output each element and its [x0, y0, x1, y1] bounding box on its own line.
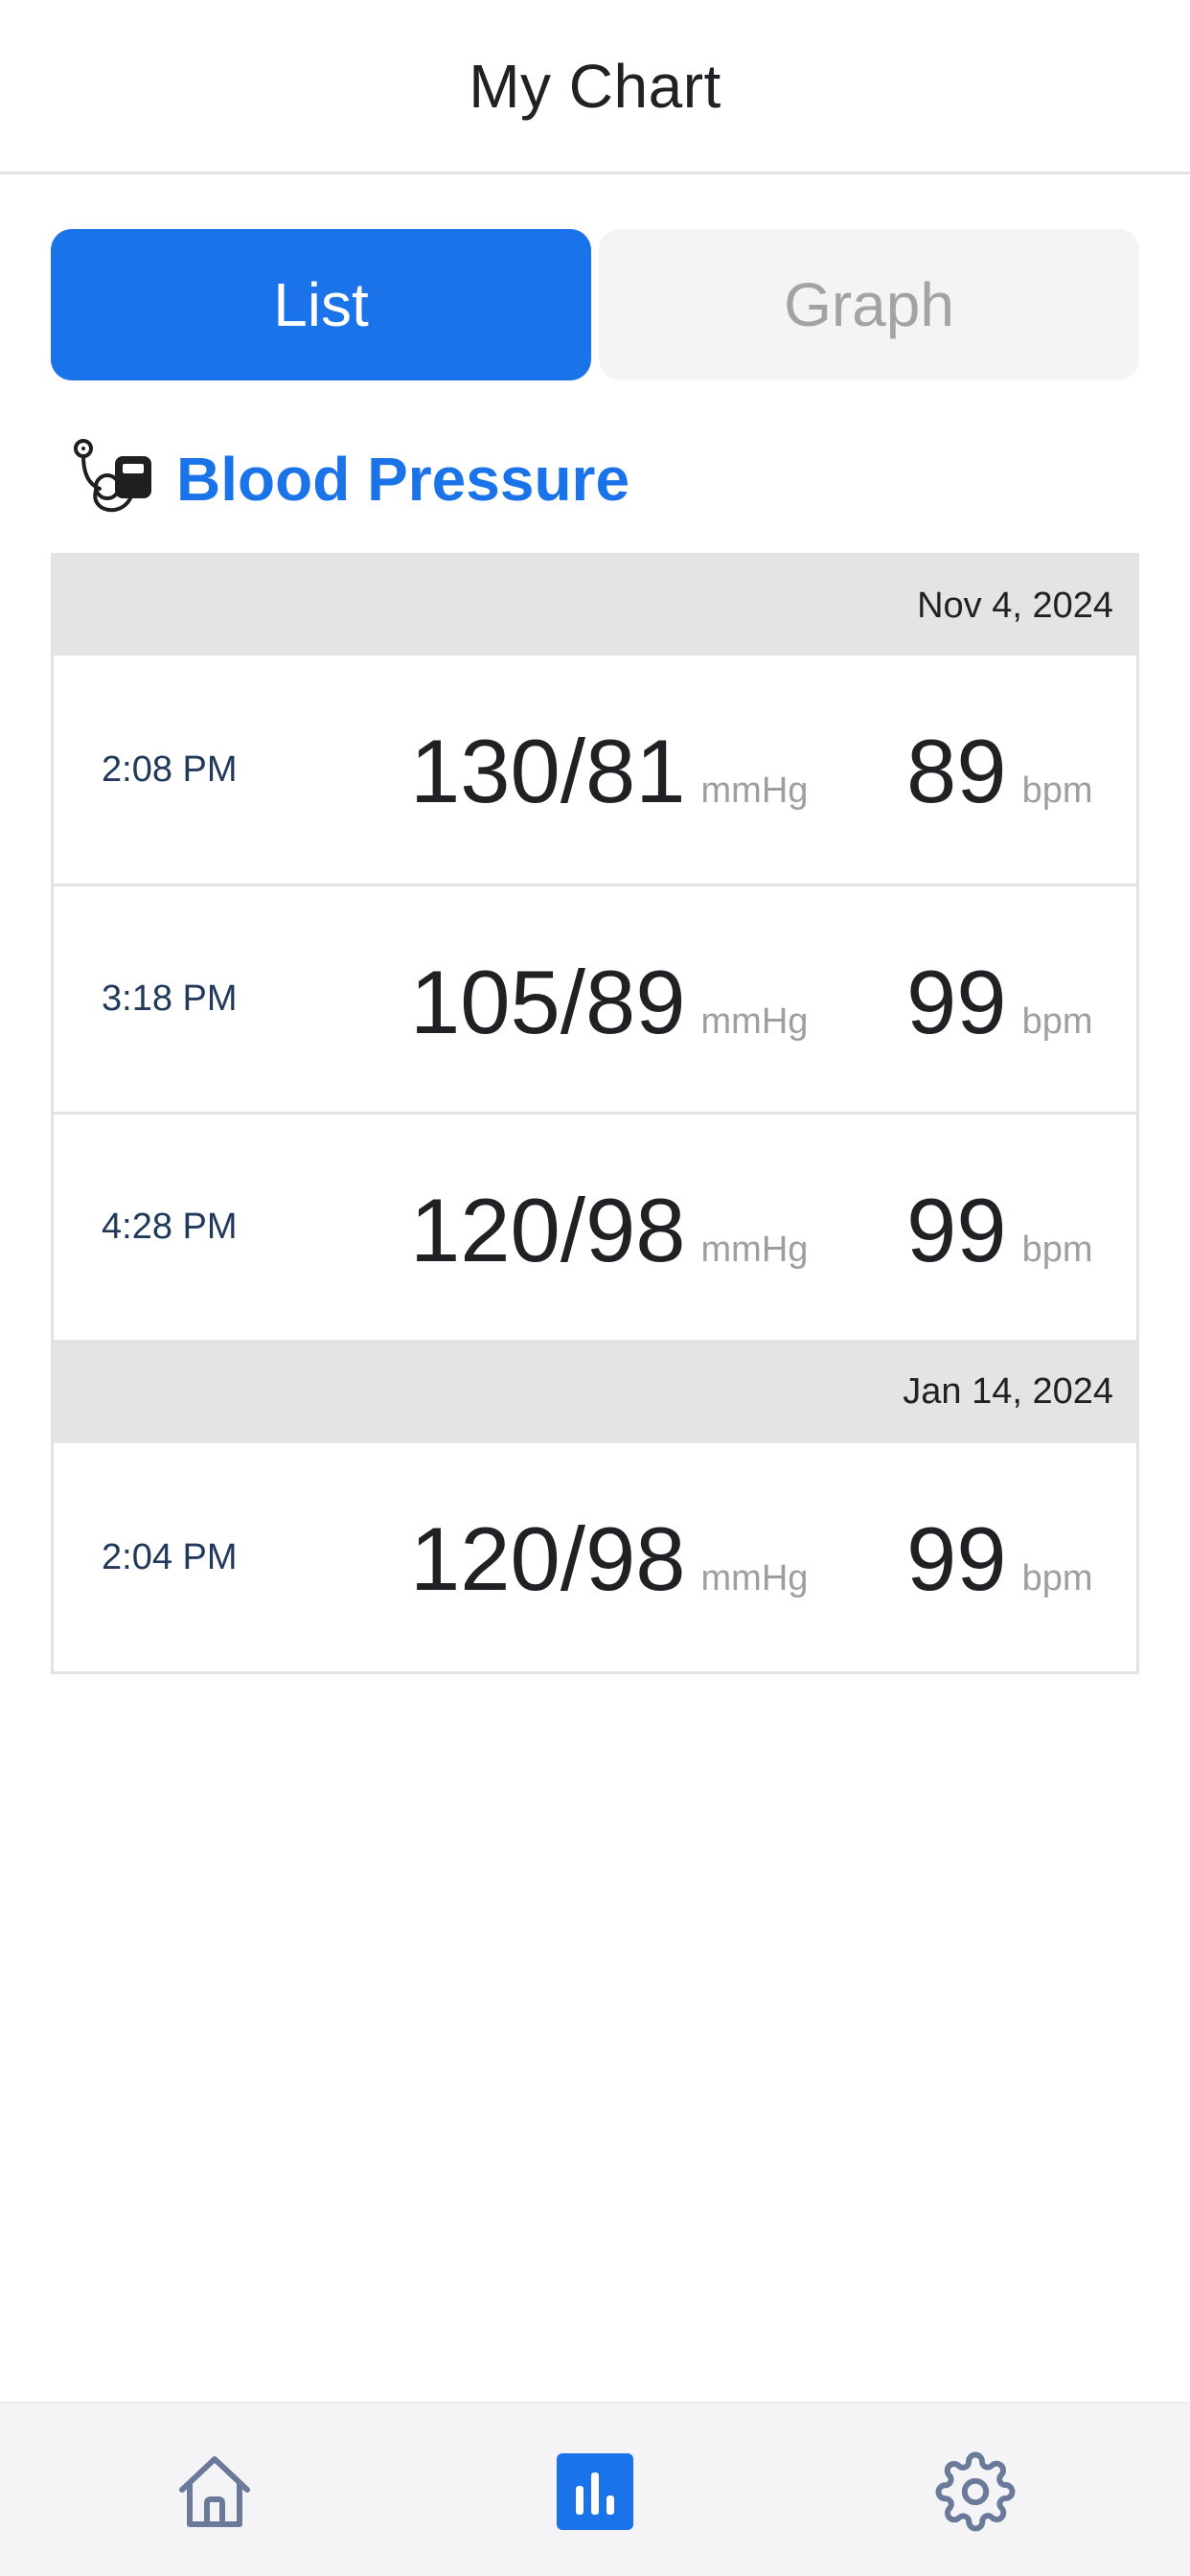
pulse-value: 99: [906, 1180, 1007, 1280]
pulse-value: 99: [906, 1508, 1007, 1609]
section-header: Blood Pressure: [71, 433, 629, 525]
bottom-nav: [0, 2402, 1190, 2576]
bp-value: 105/89: [410, 952, 686, 1052]
bp-value: 130/81: [410, 721, 686, 821]
pulse-reading: 99 bpm: [906, 1443, 1092, 1671]
date-header: Jan 14, 2024: [54, 1340, 1136, 1443]
bp-value: 120/98: [410, 1180, 686, 1280]
nav-settings[interactable]: [935, 2451, 1016, 2532]
reading-row[interactable]: 3:18 PM 105/89 mmHg 99 bpm: [54, 884, 1136, 1112]
bp-reading: 130/81 mmHg: [410, 656, 808, 884]
reading-time: 2:04 PM: [102, 1536, 238, 1577]
bp-reading: 105/89 mmHg: [410, 886, 808, 1112]
pulse-unit: bpm: [1021, 1558, 1093, 1598]
pulse-unit: bpm: [1021, 1230, 1093, 1270]
date-header: Nov 4, 2024: [54, 556, 1136, 656]
pulse-reading: 99 bpm: [906, 1115, 1092, 1340]
blood-pressure-monitor-icon: [74, 439, 151, 513]
home-icon: [179, 2456, 250, 2527]
reading-row[interactable]: 4:28 PM 120/98 mmHg 99 bpm: [54, 1112, 1136, 1340]
bp-value: 120/98: [410, 1508, 686, 1609]
bp-unit: mmHg: [700, 1558, 809, 1598]
readings-list: Nov 4, 2024 2:08 PM 130/81 mmHg 89 bpm 3…: [51, 553, 1139, 1674]
app-header: My Chart: [0, 0, 1190, 174]
bp-unit: mmHg: [700, 770, 809, 811]
reading-row[interactable]: 2:08 PM 130/81 mmHg 89 bpm: [54, 656, 1136, 884]
view-toggle: List Graph: [51, 229, 1139, 380]
page-title: My Chart: [469, 51, 721, 121]
pulse-value: 89: [906, 721, 1007, 821]
gear-icon: [935, 2451, 1016, 2532]
reading-time: 4:28 PM: [102, 1207, 238, 1247]
reading-time: 2:08 PM: [102, 748, 238, 790]
section-title: Blood Pressure: [176, 445, 630, 514]
reading-time: 3:18 PM: [102, 978, 238, 1019]
bp-reading: 120/98 mmHg: [410, 1443, 808, 1671]
pulse-value: 99: [906, 952, 1007, 1052]
pulse-reading: 89 bpm: [906, 656, 1092, 884]
graph-tab[interactable]: Graph: [599, 229, 1139, 380]
bp-unit: mmHg: [700, 1001, 809, 1042]
bp-reading: 120/98 mmHg: [410, 1115, 808, 1340]
list-tab[interactable]: List: [51, 229, 591, 380]
pulse-unit: bpm: [1021, 770, 1093, 811]
nav-chart[interactable]: [555, 2451, 635, 2532]
pulse-unit: bpm: [1021, 1001, 1093, 1042]
bar-chart-icon: [557, 2453, 633, 2530]
nav-home[interactable]: [174, 2451, 255, 2532]
pulse-reading: 99 bpm: [906, 886, 1092, 1112]
reading-row[interactable]: 2:04 PM 120/98 mmHg 99 bpm: [54, 1443, 1136, 1671]
bp-unit: mmHg: [700, 1230, 809, 1270]
